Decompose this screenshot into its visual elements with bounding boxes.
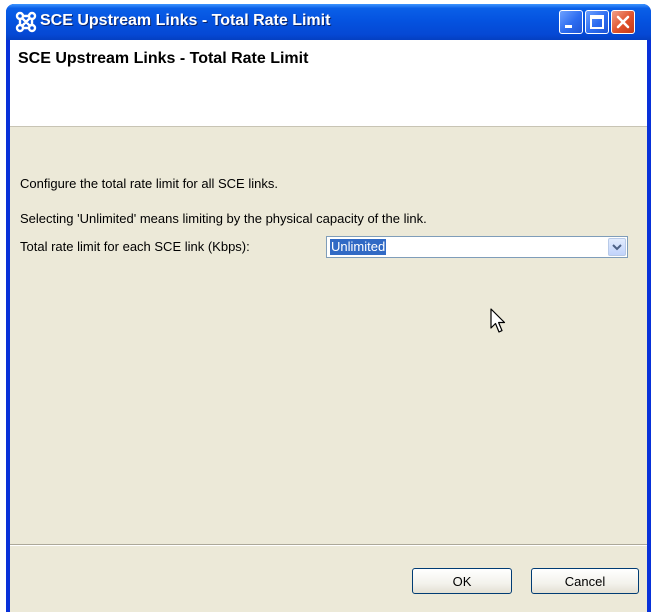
maximize-button[interactable] bbox=[585, 10, 609, 34]
cancel-button[interactable]: Cancel bbox=[531, 568, 639, 594]
page-title: SCE Upstream Links - Total Rate Limit bbox=[18, 50, 309, 67]
rate-limit-dropdown[interactable]: Unlimited bbox=[326, 236, 628, 258]
minimize-button[interactable] bbox=[559, 10, 583, 34]
selected-value: Unlimited bbox=[330, 239, 387, 255]
window-title: SCE Upstream Links - Total Rate Limit bbox=[40, 12, 331, 29]
header-banner: SCE Upstream Links - Total Rate Limit bbox=[10, 40, 647, 127]
dialog-body: SCE Upstream Links - Total Rate Limit Co… bbox=[10, 40, 647, 612]
app-icon bbox=[15, 11, 37, 33]
rate-limit-label: Total rate limit for each SCE link (Kbps… bbox=[20, 239, 250, 254]
minimize-icon bbox=[565, 25, 572, 28]
note-text: Selecting 'Unlimited' means limiting by … bbox=[20, 211, 427, 226]
maximize-icon bbox=[590, 15, 604, 29]
close-button[interactable] bbox=[611, 10, 635, 34]
dropdown-arrow-icon bbox=[612, 244, 622, 251]
ok-button[interactable]: OK bbox=[412, 568, 512, 594]
title-bar[interactable]: SCE Upstream Links - Total Rate Limit bbox=[6, 4, 651, 40]
mouse-cursor-icon bbox=[490, 308, 510, 341]
dialog-window: SCE Upstream Links - Total Rate Limit SC… bbox=[6, 4, 651, 612]
footer-divider bbox=[10, 544, 647, 546]
dropdown-arrow-button[interactable] bbox=[608, 238, 626, 256]
description-text: Configure the total rate limit for all S… bbox=[20, 176, 278, 191]
close-icon bbox=[616, 15, 630, 29]
